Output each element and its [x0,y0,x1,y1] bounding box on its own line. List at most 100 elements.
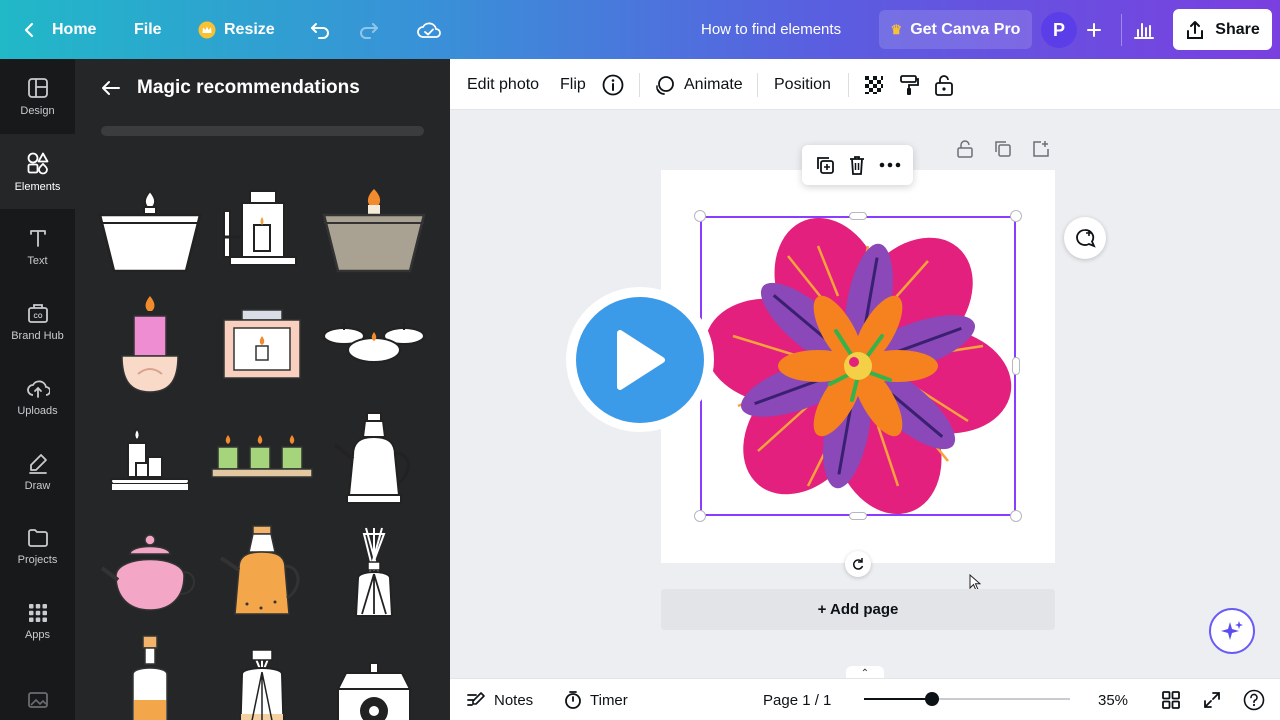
panel-scroll-indicator [101,126,424,136]
redo-button[interactable] [358,0,380,59]
cloud-saved-button[interactable] [416,0,442,59]
help-icon [1243,689,1265,711]
rail-label: Draw [24,479,51,492]
rotate-icon [853,558,864,570]
redo-icon [360,22,378,39]
element-scale[interactable] [319,634,429,720]
home-button[interactable]: Home [22,0,96,59]
resize-handle-br[interactable] [1010,510,1022,522]
undo-button[interactable] [309,0,331,59]
add-collaborator-button[interactable] [1086,0,1102,59]
element-candle-set[interactable] [95,404,205,514]
help-button[interactable] [1243,679,1265,720]
page-indicator[interactable]: Page 1 / 1 [763,679,831,720]
resize-handle-tr[interactable] [1010,210,1022,222]
notes-button[interactable]: Notes [466,679,533,720]
element-diffuser-jar[interactable] [207,634,317,720]
rail-item-text[interactable]: Text [0,209,75,284]
element-white-candle-bowl[interactable] [95,174,205,284]
edit-photo-label: Edit photo [467,75,540,93]
resize-handle-right[interactable] [1012,357,1020,375]
info-button[interactable] [602,59,624,110]
add-comment-button[interactable] [1064,217,1106,259]
add-page-icon[interactable] [1031,139,1051,159]
element-white-teapot[interactable] [319,404,429,514]
flip-label: Flip [560,75,586,93]
rail-item-elements[interactable]: Elements [0,134,75,209]
resize-handle-tl[interactable] [694,210,706,222]
notes-label: Notes [494,691,534,709]
cloud-check-icon [417,22,441,38]
file-menu-button[interactable]: File [134,0,162,59]
duplicate-icon[interactable] [814,154,836,176]
more-options-icon[interactable] [879,162,901,168]
chevron-left-icon [24,22,34,37]
element-lantern[interactable] [207,174,317,284]
magic-assistant-button[interactable] [1209,608,1255,654]
resize-handle-bl[interactable] [694,510,706,522]
rail-item-photos[interactable] [0,679,75,720]
share-icon [1187,20,1204,39]
copy-style-button[interactable] [898,59,920,110]
timer-button[interactable]: Timer [564,679,628,720]
rail-item-draw[interactable]: Draw [0,434,75,509]
fullscreen-icon [1204,692,1220,708]
get-canva-pro-button[interactable]: ♛ Get Canva Pro [879,10,1032,49]
toolbar-divider [848,73,849,97]
insights-button[interactable] [1133,0,1155,59]
avatar[interactable]: P [1041,12,1077,48]
element-framed-candle[interactable] [207,289,317,399]
flip-button[interactable]: Flip [560,59,586,110]
trash-icon[interactable] [847,154,867,176]
transparency-icon [865,75,883,94]
element-reed-diffuser[interactable] [319,519,429,629]
elements-icon [27,152,48,174]
resize-handle-bottom[interactable] [849,512,867,520]
document-title-text: How to find elements [701,21,842,38]
document-title[interactable]: How to find elements [701,0,841,59]
add-page-button[interactable]: + Add page [661,589,1055,630]
resize-button[interactable]: Resize [198,0,275,59]
back-arrow-icon[interactable] [101,80,121,96]
toolbar-divider [639,73,640,97]
rail-label: Projects [17,553,58,566]
edit-photo-button[interactable]: Edit photo [467,59,539,110]
play-circle [576,296,704,423]
zoom-slider-knob[interactable] [925,692,939,706]
element-green-candle-tray[interactable] [207,404,317,514]
projects-icon [27,528,48,547]
page-lock-icon[interactable] [955,139,975,159]
get-canva-pro-label: Get Canva Pro [910,20,1021,38]
element-pink-candle[interactable] [95,289,205,399]
animate-label: Animate [684,75,743,93]
share-button[interactable]: Share [1173,9,1272,50]
position-button[interactable]: Position [774,59,831,110]
rail-item-design[interactable]: Design [0,59,75,134]
element-floating-candles[interactable] [319,289,429,399]
grid-view-button[interactable] [1162,679,1180,720]
rail-item-projects[interactable]: Projects [0,509,75,584]
rail-label: Apps [24,628,51,641]
lock-button[interactable] [934,59,954,110]
element-pink-teapot[interactable] [95,519,205,629]
element-orange-oil-jug[interactable] [207,519,317,629]
rotate-handle[interactable] [845,551,871,577]
image-icon [27,691,48,708]
rail-item-uploads[interactable]: Uploads [0,359,75,434]
element-gray-candle-bowl[interactable] [319,174,429,284]
transparency-button[interactable] [863,59,885,110]
element-orange-bottle[interactable] [95,634,205,720]
rail-label: Brand Hub [11,329,64,342]
zoom-percentage[interactable]: 35% [1098,679,1128,720]
video-play-button[interactable] [566,287,714,432]
crown-small-icon: ♛ [890,21,903,37]
resize-handle-top[interactable] [849,212,867,220]
panel-title: Magic recommendations [137,77,360,98]
play-icon [617,329,665,390]
grid-view-icon [1162,691,1180,709]
duplicate-page-icon[interactable] [993,139,1013,159]
animate-button[interactable]: Animate [654,59,743,110]
fullscreen-button[interactable] [1203,679,1221,720]
rail-item-brand-hub[interactable]: CO Brand Hub [0,284,75,359]
rail-item-apps[interactable]: Apps [0,584,75,659]
